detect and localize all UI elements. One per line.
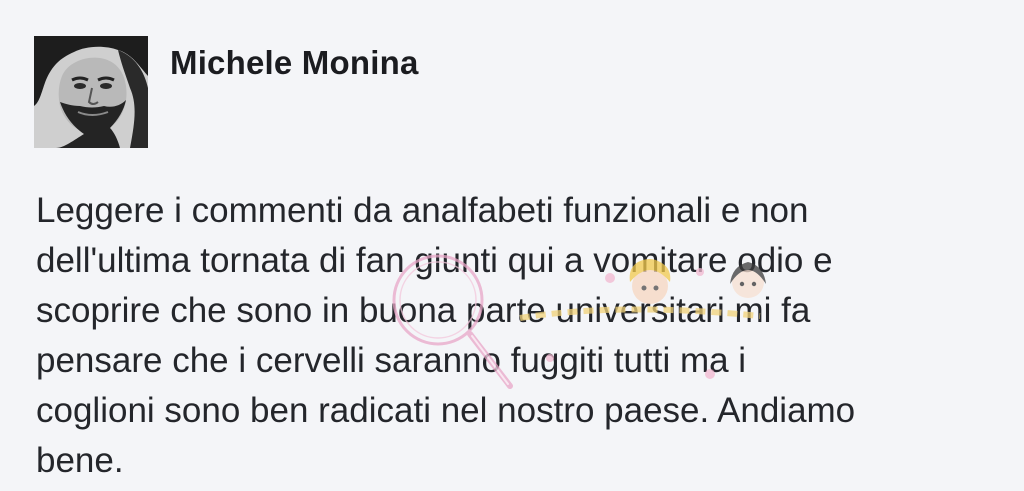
post-text-line: coglioni sono ben radicati nel nostro pa… [36,391,856,430]
author-avatar[interactable] [34,36,148,148]
post-text-line: scoprire che sono in buona parte univers… [36,291,811,330]
facebook-post: Michele Monina Leggere i commenti da ana… [0,0,1024,491]
author-name[interactable]: Michele Monina [170,44,419,82]
post-text-line: dell'ultima tornata di fan giunti qui a … [36,241,833,280]
bearded-man-portrait-icon [34,36,148,148]
post-text-line: Leggere i commenti da analfabeti funzion… [36,191,809,230]
post-text-line: bene. [36,441,124,480]
post-text: Leggere i commenti da analfabeti funzion… [36,186,996,486]
post-text-line: pensare che i cervelli saranno fuggiti t… [36,341,747,380]
